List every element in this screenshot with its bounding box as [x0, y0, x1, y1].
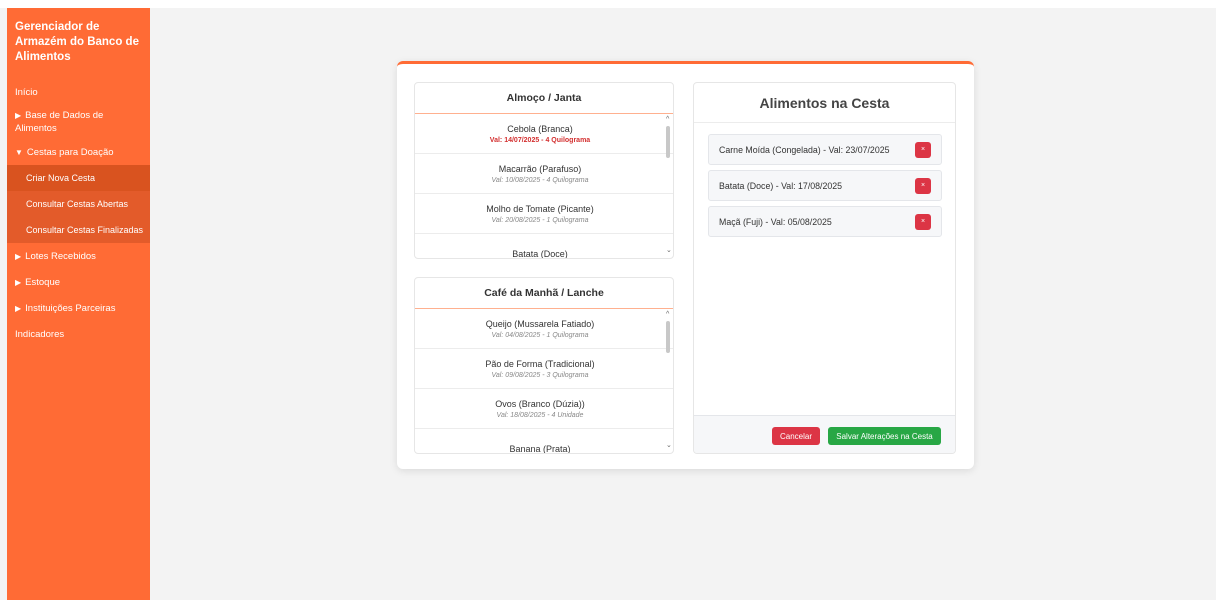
lunch-list[interactable]: Cebola (Branca) Val: 14/07/2025 - 4 Quil…	[415, 114, 673, 259]
caret-right-icon: ▶	[15, 303, 22, 313]
sidebar-item-label: ▶ Base de Dados de Alimentos	[15, 110, 104, 134]
scrollbar[interactable]: ^ ⌄	[666, 311, 672, 451]
basket-editor-card: Almoço / Janta Cebola (Branca) Val: 14/0…	[397, 61, 974, 469]
scroll-up-icon[interactable]: ^	[666, 311, 669, 318]
sidebar-subitem-cestas-finalizadas[interactable]: Consultar Cestas Finalizadas	[7, 217, 150, 243]
app-brand: Gerenciador de Armazém do Banco de Alime…	[15, 21, 139, 63]
basket-footer: Cancelar Salvar Alterações na Cesta	[694, 415, 955, 453]
remove-item-button[interactable]: ×	[915, 213, 931, 230]
food-meta-expiring: Val: 14/07/2025 - 4 Quilograma	[489, 136, 591, 144]
remove-item-button[interactable]: ×	[915, 177, 931, 194]
sidebar-item-label: Cestas para Doação	[26, 146, 114, 158]
basket-item: Carne Moída (Congelada) - Val: 23/07/202…	[708, 134, 942, 165]
caret-right-icon: ▶	[15, 251, 22, 261]
food-meta: Val: 20/08/2025 - 1 Quilograma	[491, 216, 589, 224]
basket-item: Batata (Doce) - Val: 17/08/2025 ×	[708, 170, 942, 201]
caret-down-icon: ▼	[15, 147, 23, 157]
food-name: Molho de Tomate (Picante)	[486, 203, 594, 214]
sidebar-item-lotes[interactable]: ▶ Lotes Recebidos	[7, 243, 150, 269]
sidebar-item-label: Instituições Parceiras	[25, 302, 116, 314]
save-basket-button[interactable]: Salvar Alterações na Cesta	[828, 427, 941, 445]
lunch-panel: Almoço / Janta Cebola (Branca) Val: 14/0…	[414, 82, 674, 259]
list-item[interactable]: Molho de Tomate (Picante) Val: 20/08/202…	[415, 194, 673, 234]
list-item[interactable]: Banana (Prata)	[415, 429, 673, 454]
top-bar	[0, 0, 1216, 8]
basket-panel: Alimentos na Cesta Carne Moída (Congelad…	[693, 82, 956, 454]
basket-item-label: Carne Moída (Congelada) - Val: 23/07/202…	[719, 144, 890, 155]
food-name: Banana (Prata)	[509, 443, 571, 454]
sidebar-item-label: Indicadores	[15, 328, 65, 340]
scroll-up-icon[interactable]: ^	[666, 116, 669, 123]
food-name: Ovos (Branco (Dúzia))	[495, 398, 585, 409]
caret-right-icon: ▶	[15, 277, 22, 287]
scrollbar[interactable]: ^ ⌄	[666, 116, 672, 256]
remove-item-button[interactable]: ×	[915, 141, 931, 158]
sidebar-item-indicadores[interactable]: Indicadores	[7, 321, 150, 347]
breakfast-panel-title: Café da Manhã / Lanche	[415, 278, 673, 309]
sidebar-item-label: Lotes Recebidos	[25, 250, 96, 262]
sidebar-item-label: Início	[15, 86, 38, 98]
scroll-down-icon[interactable]: ⌄	[666, 246, 672, 254]
food-meta: Val: 04/08/2025 - 1 Quilograma	[491, 331, 589, 339]
sidebar-item-cestas[interactable]: ▼ Cestas para Doação	[7, 139, 150, 165]
list-item[interactable]: Macarrão (Parafuso) Val: 10/08/2025 - 4 …	[415, 154, 673, 194]
caret-right-icon: ▶	[15, 111, 22, 120]
sidebar: Gerenciador de Armazém do Banco de Alime…	[7, 8, 150, 600]
scroll-down-icon[interactable]: ⌄	[666, 441, 672, 449]
food-name: Queijo (Mussarela Fatiado)	[485, 318, 595, 329]
breakfast-list[interactable]: Queijo (Mussarela Fatiado) Val: 04/08/20…	[415, 309, 673, 454]
food-meta: Val: 09/08/2025 - 3 Quilograma	[491, 371, 589, 379]
list-item[interactable]: Pão de Forma (Tradicional) Val: 09/08/20…	[415, 349, 673, 389]
food-name: Pão de Forma (Tradicional)	[485, 358, 595, 369]
scroll-thumb[interactable]	[666, 126, 670, 158]
list-item[interactable]: Cebola (Branca) Val: 14/07/2025 - 4 Quil…	[415, 114, 673, 154]
lunch-panel-title: Almoço / Janta	[415, 83, 673, 114]
list-item[interactable]: Ovos (Branco (Dúzia)) Val: 18/08/2025 - …	[415, 389, 673, 429]
sidebar-item-estoque[interactable]: ▶ Estoque	[7, 269, 150, 295]
scroll-thumb[interactable]	[666, 321, 670, 353]
basket-item: Maçã (Fuji) - Val: 05/08/2025 ×	[708, 206, 942, 237]
food-meta: Val: 10/08/2025 - 4 Quilograma	[491, 176, 589, 184]
food-name: Macarrão (Parafuso)	[498, 163, 582, 174]
food-meta: Val: 18/08/2025 - 4 Unidade	[496, 411, 584, 419]
list-item[interactable]: Queijo (Mussarela Fatiado) Val: 04/08/20…	[415, 309, 673, 349]
sidebar-item-label: Estoque	[25, 276, 61, 288]
cancel-button[interactable]: Cancelar	[772, 427, 820, 445]
food-name: Cebola (Branca)	[507, 123, 573, 134]
sidebar-item-base-de-dados[interactable]: ▶ Base de Dados de Alimentos	[7, 105, 150, 139]
breakfast-panel: Café da Manhã / Lanche Queijo (Mussarela…	[414, 277, 674, 454]
sidebar-subitem-cestas-abertas[interactable]: Consultar Cestas Abertas	[7, 191, 150, 217]
sidebar-item-inicio[interactable]: Início	[7, 79, 150, 105]
sidebar-item-instituicoes[interactable]: ▶ Instituições Parceiras	[7, 295, 150, 321]
sidebar-subitem-criar-nova-cesta[interactable]: Criar Nova Cesta	[7, 165, 150, 191]
basket-title: Alimentos na Cesta	[694, 83, 955, 123]
list-item[interactable]: Batata (Doce)	[415, 234, 673, 259]
basket-item-label: Batata (Doce) - Val: 17/08/2025	[719, 180, 843, 191]
basket-item-label: Maçã (Fuji) - Val: 05/08/2025	[719, 216, 832, 227]
food-name: Batata (Doce)	[512, 248, 568, 259]
